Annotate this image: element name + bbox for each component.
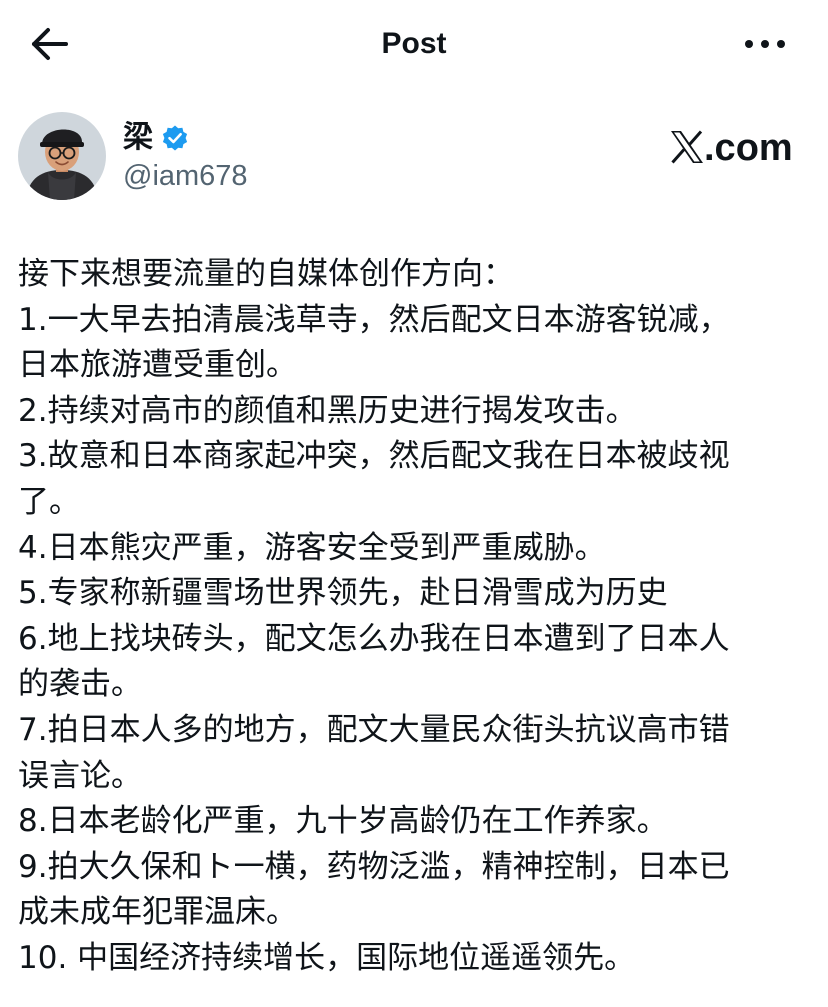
avatar[interactable]: [18, 112, 106, 200]
x-logo-icon: [671, 130, 703, 164]
post-line: 成未成年犯罪温床。: [18, 894, 297, 931]
x-watermark: .com: [670, 126, 794, 170]
post-line: 误言论。: [18, 757, 142, 794]
verified-badge-icon: [161, 124, 189, 152]
post-line: 6.地上找块砖头，配文怎么办我在日本遭到了日本人: [18, 620, 730, 657]
post-line: 7.拍日本人多的地方，配文大量民众街头抗议高市错: [18, 711, 730, 748]
post-line: 8.日本老龄化严重，九十岁高龄仍在工作养家。: [18, 803, 668, 840]
more-horizontal-icon: [745, 40, 785, 48]
post-line: 3.故意和日本商家起冲突，然后配文我在日本被歧视: [18, 438, 730, 475]
post-text: 接下来想要流量的自媒体创作方向： 1.一大早去拍清晨浅草寺，然后配文日本游客锐减…: [18, 252, 813, 982]
top-bar: Post: [0, 0, 828, 90]
more-options-button[interactable]: [742, 26, 788, 62]
post-line: 接下来想要流量的自媒体创作方向：: [18, 256, 514, 292]
post-line: 4.日本熊灾严重，游客安全受到严重威胁。: [18, 529, 606, 566]
post-line: 2.持续对高市的颜值和黑历史进行揭发攻击。: [18, 392, 637, 429]
post-line: 9.拍大久保和ト一横，药物泛滥，精神控制，日本已: [18, 848, 730, 885]
watermark-text: .com: [704, 127, 793, 169]
page-title: Post: [381, 27, 447, 60]
post-line: 的袭击。: [18, 666, 142, 703]
post-line: 日本旅游遭受重创。: [18, 347, 297, 384]
post-line: 1.一大早去拍清晨浅草寺，然后配文日本游客锐减，: [18, 301, 730, 338]
post-author: 梁 @iam678 .com: [18, 112, 810, 208]
post-line: 了。: [18, 483, 80, 520]
post-line: 10. 中国经济持续增长，国际地位遥遥领先。: [18, 939, 636, 976]
avatar-photo: [18, 112, 106, 200]
post-line: 5.专家称新疆雪场世界领先，赴日滑雪成为历史: [18, 575, 668, 612]
display-name[interactable]: 梁: [123, 120, 153, 156]
user-handle[interactable]: @iam678: [123, 158, 248, 194]
